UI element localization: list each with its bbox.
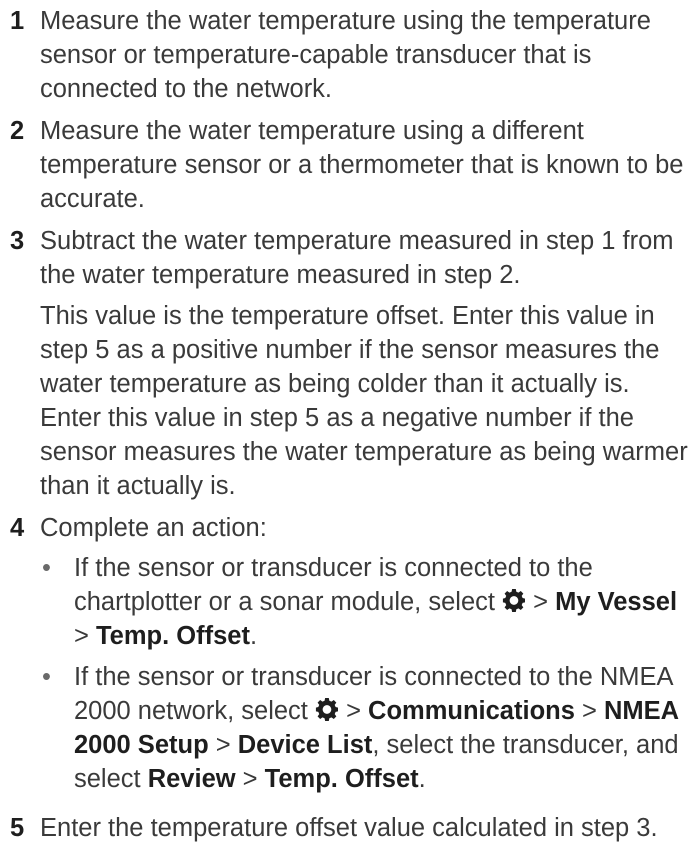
step-text: Complete an action: <box>40 514 267 542</box>
step-5: 5 Enter the temperature offset value cal… <box>10 811 688 845</box>
bullet-marker: • <box>42 554 51 582</box>
punctuation: . <box>418 765 426 793</box>
separator: > <box>235 765 265 793</box>
bullet-marker: • <box>42 663 51 691</box>
separator: > <box>526 588 556 616</box>
step-2: 2 Measure the water temperature using a … <box>10 114 688 216</box>
separator: > <box>574 697 604 725</box>
menu-path-my-vessel: My Vessel <box>555 588 678 616</box>
step-3: 3 Subtract the water temperature measure… <box>10 224 688 503</box>
gear-icon <box>315 698 339 722</box>
step-text: Measure the water temperature using a di… <box>40 117 684 213</box>
gear-icon <box>502 589 526 613</box>
step-4: 4 Complete an action: • If the sensor or… <box>10 511 688 803</box>
step-number: 3 <box>10 227 25 255</box>
separator: > <box>74 622 96 650</box>
action-list: • If the sensor or transducer is connect… <box>40 551 688 796</box>
step-number: 2 <box>10 117 25 145</box>
step-text: Subtract the water temperature measured … <box>40 227 674 289</box>
step-number: 5 <box>10 814 25 842</box>
menu-path-temp-offset: Temp. Offset <box>264 765 419 793</box>
menu-path-review: Review <box>147 765 236 793</box>
separator: > <box>338 697 369 725</box>
punctuation: . <box>249 622 258 650</box>
menu-path-temp-offset: Temp. Offset <box>95 622 250 650</box>
step-number: 4 <box>10 514 25 542</box>
separator: > <box>208 731 238 759</box>
menu-path-communications: Communications <box>368 697 575 725</box>
step-text: Enter the temperature offset value calcu… <box>40 814 658 842</box>
menu-path-device-list: Device List <box>237 731 373 759</box>
step-1: 1 Measure the water temperature using th… <box>10 4 688 106</box>
list-item: • If the sensor or transducer is connect… <box>40 551 688 653</box>
list-item: • If the sensor or transducer is connect… <box>40 660 688 796</box>
step-note: This value is the temperature offset. En… <box>40 302 688 500</box>
instruction-page: 1 Measure the water temperature using th… <box>0 0 694 842</box>
step-number: 1 <box>10 7 25 35</box>
step-text: Measure the water temperature using the … <box>40 7 651 103</box>
